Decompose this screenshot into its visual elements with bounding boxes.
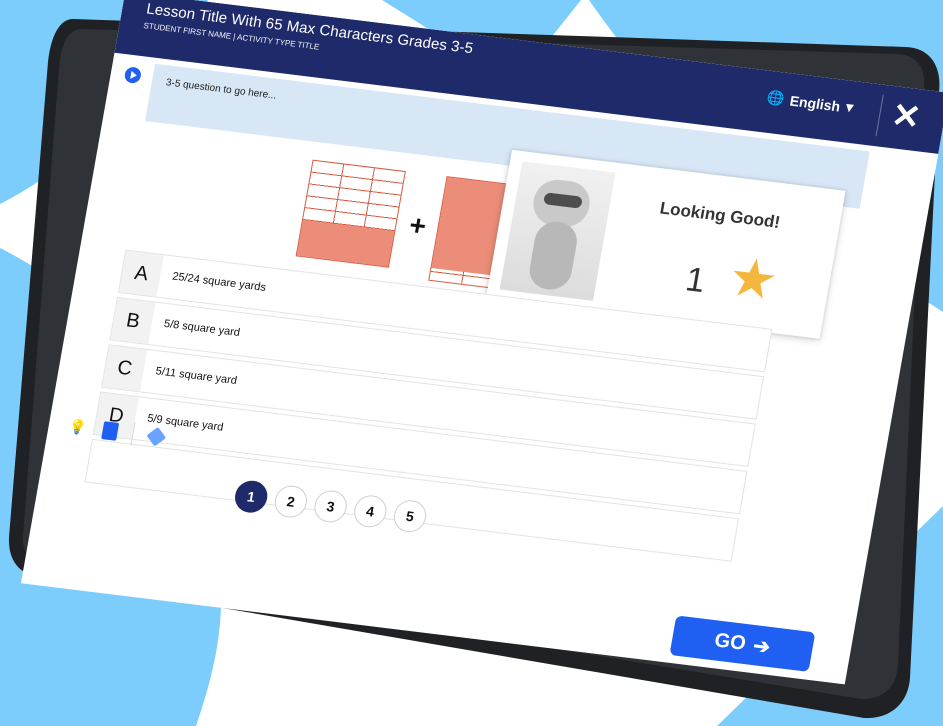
language-label: English — [788, 92, 842, 114]
close-icon: ✕ — [888, 96, 924, 138]
go-label: GO — [712, 628, 748, 655]
play-icon[interactable] — [123, 66, 143, 84]
pen-icon — [146, 426, 167, 447]
tablet-screen: Lesson Title With 65 Max Characters Grad… — [20, 0, 943, 685]
book-icon — [100, 421, 119, 441]
page-3[interactable]: 3 — [311, 488, 350, 525]
book-button[interactable] — [99, 421, 120, 441]
answer-text: 25/24 square yards — [171, 270, 267, 294]
fraction-grid-left — [295, 159, 406, 268]
pen-button[interactable] — [146, 426, 167, 447]
arrow-right-icon: ➔ — [751, 634, 772, 659]
page-1[interactable]: 1 — [232, 478, 270, 515]
plus-sign: + — [407, 209, 429, 242]
shaded-area-left — [296, 219, 395, 267]
raccoon-body — [526, 219, 581, 292]
globe-icon: 🌐 — [765, 88, 786, 107]
answer-letter: A — [118, 250, 164, 297]
toolbar-divider — [130, 421, 136, 446]
star-count: 1 — [682, 260, 709, 301]
go-button[interactable]: GO ➔ — [669, 615, 816, 672]
answer-text: 5/8 square yard — [162, 317, 241, 340]
tablet-frame: Lesson Title With 65 Max Characters Grad… — [0, 0, 943, 726]
lightbulb-icon[interactable]: 💡 — [67, 417, 88, 437]
answer-letter: B — [110, 297, 156, 345]
question-text: 3-5 question to go here... — [165, 77, 278, 102]
page-4[interactable]: 4 — [351, 493, 389, 530]
page-5[interactable]: 5 — [391, 498, 429, 534]
reward-message: Looking Good! — [658, 198, 782, 232]
close-button[interactable]: ✕ — [888, 96, 924, 138]
star-icon: ★ — [723, 246, 783, 312]
answer-letter: C — [102, 345, 148, 392]
header-divider — [875, 94, 884, 137]
chevron-down-icon: ▾ — [844, 98, 855, 116]
answer-text: 5/11 square yard — [154, 365, 238, 387]
page-2[interactable]: 2 — [272, 483, 310, 520]
language-selector[interactable]: 🌐 English ▾ — [765, 89, 854, 116]
raccoon-image — [499, 161, 616, 301]
